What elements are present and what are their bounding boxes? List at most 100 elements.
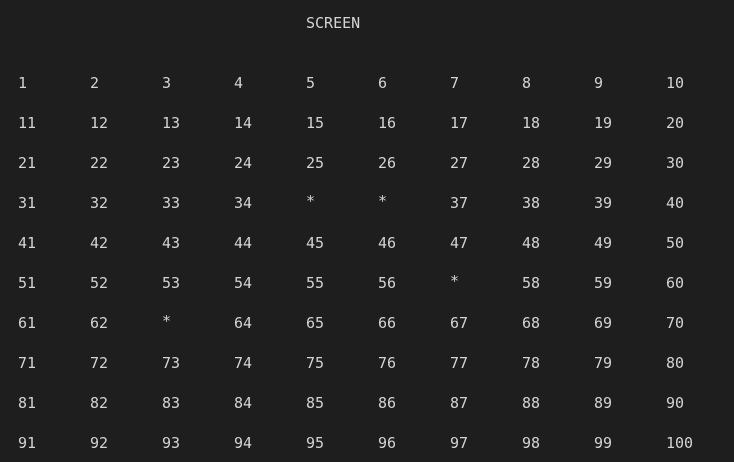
seat-number: 19 — [594, 114, 613, 132]
seat-number: 40 — [666, 194, 685, 212]
seat-number: 18 — [522, 114, 541, 132]
seat-number: 71 — [18, 354, 37, 372]
seat-number: 23 — [162, 154, 181, 172]
terminal-output: SCREEN 1 2 3 4 5 6 7 8 9 10 11 12 13 14 15 16 17 18 19 20 21… — [0, 0, 734, 462]
seat-number: 30 — [666, 154, 685, 172]
seat-number: 38 — [522, 194, 541, 212]
seat-number: 66 — [378, 314, 397, 332]
seat-number: 82 — [90, 394, 109, 412]
seat-number: 98 — [522, 434, 541, 452]
seat-number: 32 — [90, 194, 109, 212]
seat-number: 88 — [522, 394, 541, 412]
seat-number: 21 — [18, 154, 37, 172]
seat-number: 99 — [594, 434, 613, 452]
seat-number: 64 — [234, 314, 253, 332]
seat-number: 44 — [234, 234, 253, 252]
seat-number: 95 — [306, 434, 325, 452]
seat-number: 85 — [306, 394, 325, 412]
seat-number: 34 — [234, 194, 253, 212]
seat-number: 100 — [666, 434, 694, 452]
seat-number: 94 — [234, 434, 253, 452]
seat-number: 84 — [234, 394, 253, 412]
seat-number: 76 — [378, 354, 397, 372]
seat-number: 87 — [450, 394, 469, 412]
seat-number: 1 — [18, 74, 28, 92]
seat-number: 60 — [666, 274, 685, 292]
seat-number: 33 — [162, 194, 181, 212]
seat-number: 58 — [522, 274, 541, 292]
seat-number: 26 — [378, 154, 397, 172]
seat-number: 4 — [234, 74, 244, 92]
seat-taken-marker: * — [306, 192, 316, 210]
seat-number: 49 — [594, 234, 613, 252]
seat-number: 80 — [666, 354, 685, 372]
seat-number: 29 — [594, 154, 613, 172]
seat-number: 2 — [90, 74, 100, 92]
seat-number: 6 — [378, 74, 388, 92]
seat-number: 91 — [18, 434, 37, 452]
seat-number: 16 — [378, 114, 397, 132]
seat-number: 62 — [90, 314, 109, 332]
seat-number: 45 — [306, 234, 325, 252]
seat-number: 10 — [666, 74, 685, 92]
seat-number: 37 — [450, 194, 469, 212]
seat-number: 50 — [666, 234, 685, 252]
seat-number: 92 — [90, 434, 109, 452]
seat-number: 24 — [234, 154, 253, 172]
seat-number: 67 — [450, 314, 469, 332]
seat-number: 11 — [18, 114, 37, 132]
seat-number: 93 — [162, 434, 181, 452]
seat-number: 3 — [162, 74, 172, 92]
seat-taken-marker: * — [450, 272, 460, 290]
seat-number: 9 — [594, 74, 604, 92]
seat-number: 41 — [18, 234, 37, 252]
seat-number: 97 — [450, 434, 469, 452]
seat-number: 8 — [522, 74, 532, 92]
seat-number: 28 — [522, 154, 541, 172]
seat-number: 52 — [90, 274, 109, 292]
seat-number: 12 — [90, 114, 109, 132]
seat-number: 90 — [666, 394, 685, 412]
seat-number: 27 — [450, 154, 469, 172]
seat-number: 7 — [450, 74, 460, 92]
seat-number: 79 — [594, 354, 613, 372]
seat-number: 14 — [234, 114, 253, 132]
seat-number: 73 — [162, 354, 181, 372]
seat-number: 68 — [522, 314, 541, 332]
seat-number: 46 — [378, 234, 397, 252]
seat-number: 5 — [306, 74, 316, 92]
seat-number: 15 — [306, 114, 325, 132]
seat-number: 53 — [162, 274, 181, 292]
seat-number: 56 — [378, 274, 397, 292]
seat-number: 70 — [666, 314, 685, 332]
seat-number: 83 — [162, 394, 181, 412]
seat-number: 72 — [90, 354, 109, 372]
seat-number: 65 — [306, 314, 325, 332]
seat-number: 86 — [378, 394, 397, 412]
seat-taken-marker: * — [378, 192, 388, 210]
seat-number: 13 — [162, 114, 181, 132]
seat-number: 48 — [522, 234, 541, 252]
seat-number: 25 — [306, 154, 325, 172]
seat-number: 51 — [18, 274, 37, 292]
seat-number: 47 — [450, 234, 469, 252]
seat-number: 81 — [18, 394, 37, 412]
seat-number: 55 — [306, 274, 325, 292]
seat-number: 75 — [306, 354, 325, 372]
seat-number: 77 — [450, 354, 469, 372]
seat-number: 61 — [18, 314, 37, 332]
seat-grid: 1 2 3 4 5 6 7 8 9 10 11 12 13 14 15 16 17 18 19 20 21 22 23 24 2… — [0, 0, 734, 462]
seat-number: 42 — [90, 234, 109, 252]
seat-taken-marker: * — [162, 312, 172, 330]
seat-number: 22 — [90, 154, 109, 172]
seat-number: 89 — [594, 394, 613, 412]
seat-number: 43 — [162, 234, 181, 252]
seat-number: 78 — [522, 354, 541, 372]
seat-number: 96 — [378, 434, 397, 452]
seat-number: 31 — [18, 194, 37, 212]
seat-number: 69 — [594, 314, 613, 332]
seat-number: 17 — [450, 114, 469, 132]
seat-number: 74 — [234, 354, 253, 372]
seat-number: 54 — [234, 274, 253, 292]
seat-number: 39 — [594, 194, 613, 212]
